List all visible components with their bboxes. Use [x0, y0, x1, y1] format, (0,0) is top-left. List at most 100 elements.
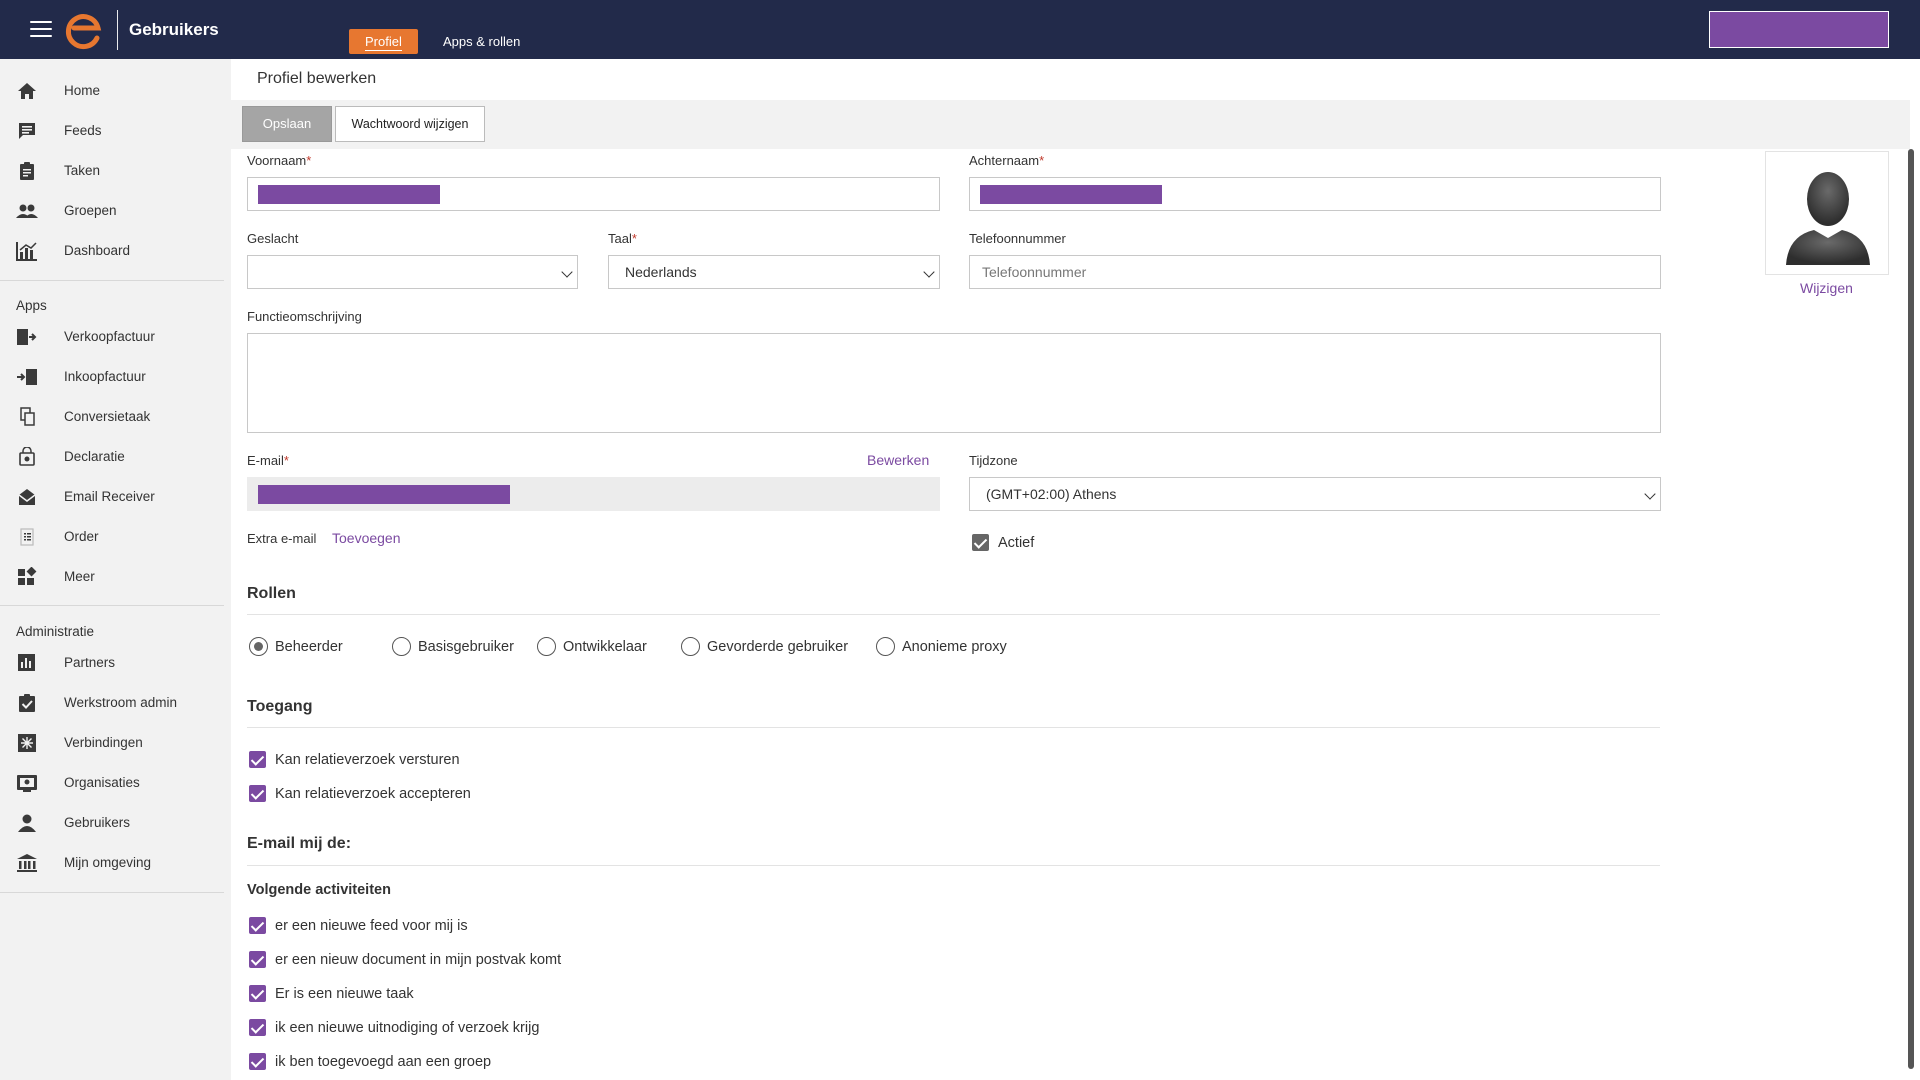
sidebar-item-label: Inkoopfactuur: [64, 369, 146, 384]
radio-empty-icon: [681, 637, 700, 656]
checkbox-checked-icon: [972, 534, 989, 551]
email-me-heading: E-mail mij de:: [247, 835, 352, 852]
roles-heading: Rollen: [247, 585, 296, 602]
checkbox-checked-icon: [249, 1053, 266, 1070]
tab-profiel-label: Profiel: [365, 34, 402, 49]
timezone-select[interactable]: (GMT+02:00) Athens: [969, 477, 1661, 511]
save-button[interactable]: Opslaan: [242, 106, 332, 142]
notify-checkbox-document[interactable]: er een nieuw document in mijn postvak ko…: [249, 951, 561, 968]
language-select[interactable]: Nederlands: [608, 255, 940, 289]
lastname-field[interactable]: [969, 177, 1661, 211]
notify-checkbox-invitation[interactable]: ik een nieuwe uitnodiging of verzoek kri…: [249, 1019, 539, 1036]
sidebar-item-meer[interactable]: Meer: [0, 557, 231, 597]
checkbox-checked-icon: [249, 785, 266, 802]
sidebar-divider: [0, 605, 224, 606]
sidebar-item-mijn-omgeving[interactable]: Mijn omgeving: [0, 843, 231, 883]
sidebar-item-partners[interactable]: Partners: [0, 643, 231, 683]
sidebar-divider: [0, 280, 224, 281]
access-checkbox-accept[interactable]: Kan relatieverzoek accepteren: [249, 785, 471, 802]
email-receiver-icon: [18, 489, 36, 505]
role-radio-anonieme-proxy[interactable]: Anonieme proxy: [876, 637, 1007, 656]
phone-field[interactable]: Telefoonnummer: [969, 255, 1661, 289]
avatar: [1765, 151, 1889, 275]
sidebar-item-label: Feeds: [64, 123, 102, 138]
sidebar-section-apps: Apps: [16, 298, 47, 313]
sidebar-item-inkoopfactuur[interactable]: Inkoopfactuur: [0, 357, 231, 397]
user-menu[interactable]: [1709, 11, 1889, 48]
sidebar-item-organisaties[interactable]: Organisaties: [0, 763, 231, 803]
hamburger-menu-icon[interactable]: [30, 21, 52, 39]
chart-icon: [16, 242, 37, 261]
page-title: Profiel bewerken: [257, 70, 377, 87]
partners-icon: [18, 654, 35, 671]
sidebar-item-dashboard[interactable]: Dashboard: [0, 231, 231, 271]
logo-divider: [117, 10, 118, 50]
sidebar-item-label: Order: [64, 529, 99, 544]
sidebar-item-label: Home: [64, 83, 101, 98]
sidebar-item-home[interactable]: Home: [0, 71, 231, 111]
sidebar-item-order[interactable]: Order: [0, 517, 231, 557]
sidebar-item-gebruikers[interactable]: Gebruikers: [0, 803, 231, 843]
clipboard-icon: [20, 162, 34, 180]
conversion-icon: [20, 407, 35, 426]
feeds-icon: [19, 123, 35, 139]
role-radio-gevorderde-gebruiker[interactable]: Gevorderde gebruiker: [681, 637, 848, 656]
avatar-silhouette-icon: [1786, 172, 1870, 265]
role-radio-basisgebruiker[interactable]: Basisgebruiker: [392, 637, 514, 656]
sidebar-item-verbindingen[interactable]: Verbindingen: [0, 723, 231, 763]
people-icon: [16, 204, 38, 218]
checkbox-checked-icon: [249, 1019, 266, 1036]
notify-checkbox-task[interactable]: Er is een nieuwe taak: [249, 985, 414, 1002]
connections-icon: [18, 734, 36, 752]
redacted-lastname: [980, 185, 1162, 204]
redacted-firstname: [258, 185, 440, 204]
email-field: [247, 477, 940, 511]
sidebar-item-email-receiver[interactable]: Email Receiver: [0, 477, 231, 517]
add-extra-email-link[interactable]: Toevoegen: [332, 530, 401, 546]
sidebar-item-label: Conversietaak: [64, 409, 151, 424]
sidebar-item-label: Gebruikers: [64, 815, 131, 830]
notify-checkbox-group[interactable]: ik ben toegevoegd aan een groep: [249, 1053, 491, 1070]
sidebar-item-declaratie[interactable]: Declaratie: [0, 437, 231, 477]
function-label: Functieomschrijving: [247, 309, 362, 324]
notify-checkbox-feed[interactable]: er een nieuwe feed voor mij is: [249, 917, 468, 934]
sidebar-item-label: Mijn omgeving: [64, 855, 152, 870]
change-password-button[interactable]: Wachtwoord wijzigen: [335, 106, 485, 142]
sidebar-item-verkoopfactuur[interactable]: Verkoopfactuur: [0, 317, 231, 357]
sidebar-item-label: Partners: [64, 655, 116, 670]
more-apps-icon: [18, 567, 37, 585]
sidebar-item-label: Declaratie: [64, 449, 125, 464]
purchase-invoice-icon: [17, 369, 37, 385]
function-textarea[interactable]: [247, 333, 1661, 433]
email-edit-link[interactable]: Bewerken: [867, 452, 929, 468]
gender-select[interactable]: [247, 255, 578, 289]
firstname-label: Voornaam*: [247, 153, 312, 168]
firstname-field[interactable]: [247, 177, 940, 211]
tab-profiel[interactable]: Profiel: [349, 29, 418, 54]
chevron-down-icon: [923, 266, 935, 278]
avatar-change-link[interactable]: Wijzigen: [1800, 280, 1853, 296]
sidebar-item-groepen[interactable]: Groepen: [0, 191, 231, 231]
radio-empty-icon: [537, 637, 556, 656]
order-icon: [20, 528, 34, 546]
sidebar-item-label: Groepen: [64, 203, 117, 218]
sidebar-item-label: Verbindingen: [64, 735, 143, 750]
sidebar-item-werkstroom-admin[interactable]: Werkstroom admin: [0, 683, 231, 723]
role-radio-ontwikkelaar[interactable]: Ontwikkelaar: [537, 637, 647, 656]
tab-apps-rollen[interactable]: Apps & rollen: [443, 29, 520, 54]
access-checkbox-send[interactable]: Kan relatieverzoek versturen: [249, 751, 460, 768]
checkbox-checked-icon: [249, 917, 266, 934]
workflow-icon: [19, 694, 35, 712]
app-logo[interactable]: [64, 12, 104, 52]
sidebar-item-label: Taken: [64, 163, 101, 178]
sidebar-item-feeds[interactable]: Feeds: [0, 111, 231, 151]
sidebar-item-taken[interactable]: Taken: [0, 151, 231, 191]
role-radio-beheerder[interactable]: Beheerder: [249, 637, 343, 656]
active-checkbox[interactable]: Actief: [972, 534, 1034, 551]
sidebar-item-conversietaak[interactable]: Conversietaak: [0, 397, 231, 437]
scrollbar[interactable]: [1908, 149, 1914, 1069]
extra-email-label: Extra e-mail: [247, 531, 317, 546]
sidebar-divider: [0, 892, 224, 893]
activities-subheading: Volgende activiteiten: [247, 882, 391, 898]
checkbox-checked-icon: [249, 985, 266, 1002]
